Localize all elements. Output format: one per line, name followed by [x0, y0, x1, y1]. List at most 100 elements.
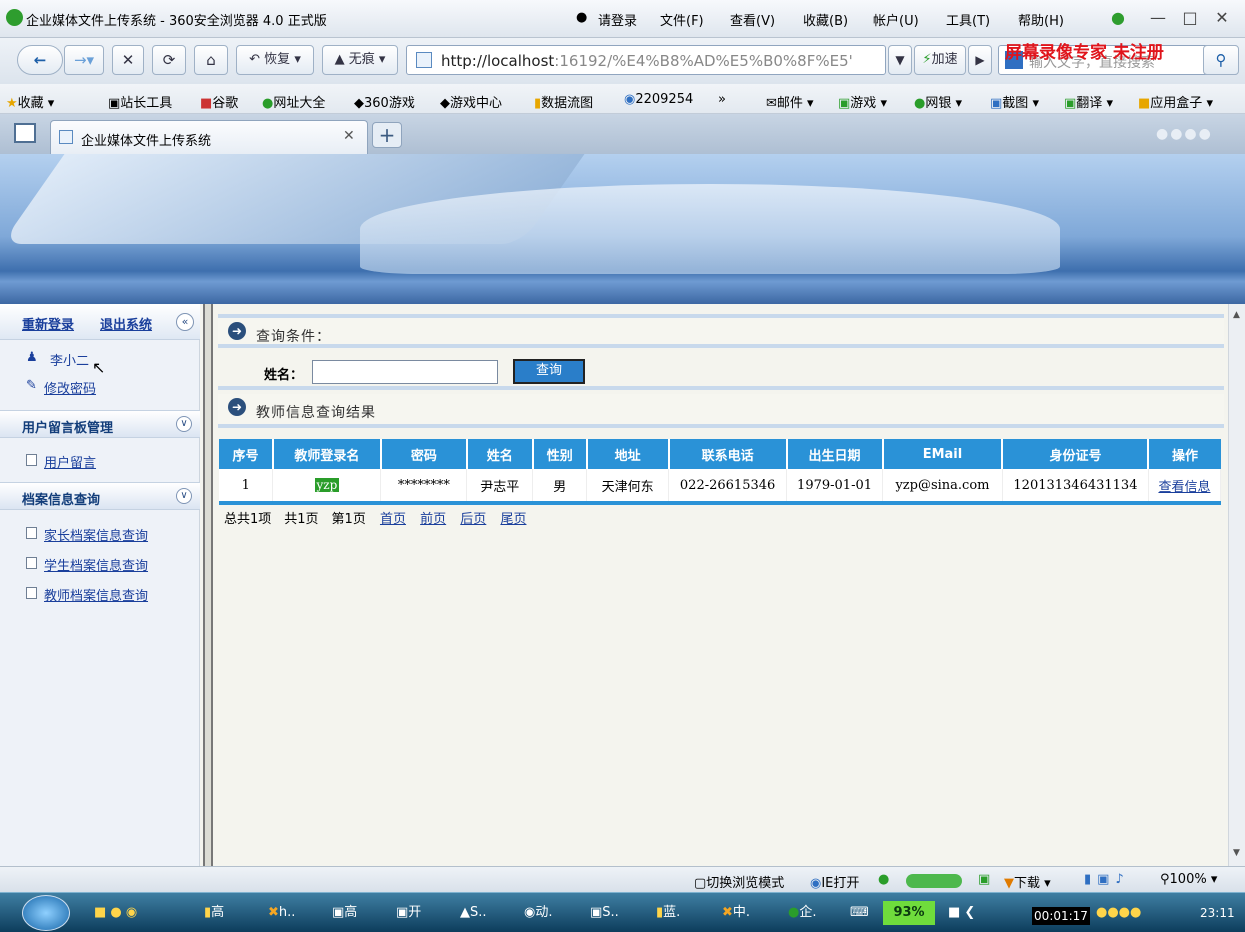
taskbar-item[interactable]: ▣高: [332, 901, 357, 925]
fav-game-center[interactable]: ◆游戏中心: [440, 92, 502, 111]
security-icon[interactable]: ●: [878, 872, 889, 887]
chevron-down-icon[interactable]: ∨: [176, 416, 192, 432]
download-icon: ▼: [1004, 876, 1014, 891]
taskbar-item[interactable]: ▲S..: [460, 901, 487, 925]
fav-2209254[interactable]: ◉2209254: [624, 92, 693, 107]
menu-favorites[interactable]: 收藏(B): [803, 10, 848, 29]
pager-last-link[interactable]: 尾页: [500, 512, 526, 527]
address-dropdown-button[interactable]: ▼: [888, 45, 912, 75]
taskbar-item[interactable]: ✖中.: [722, 901, 750, 925]
scroll-down-icon[interactable]: ▼: [1233, 848, 1240, 858]
logout-link[interactable]: 退出系统: [100, 314, 152, 333]
sidebar-toggle-icon[interactable]: [14, 123, 36, 143]
change-password-link[interactable]: 修改密码: [44, 378, 96, 397]
taskbar-item[interactable]: ●企.: [788, 901, 816, 925]
menu-file[interactable]: 文件(F): [660, 10, 704, 29]
more-arrow-button[interactable]: ▶: [968, 45, 992, 75]
fav-url-directory[interactable]: ●网址大全: [262, 92, 325, 111]
back-button[interactable]: ←: [17, 45, 63, 75]
scroll-up-icon[interactable]: ▲: [1233, 310, 1240, 320]
taskbar-item[interactable]: ▣S..: [590, 901, 619, 925]
taskbar-item[interactable]: ▣开: [396, 901, 421, 925]
forward-button[interactable]: →▾: [64, 45, 104, 75]
pager-prev-link[interactable]: 前页: [420, 512, 446, 527]
fav-bank[interactable]: ●网银 ▾: [914, 92, 962, 111]
sidebar-item-teacher-archive[interactable]: 教师档案信息查询: [44, 585, 148, 604]
private-mode-button[interactable]: ▲ 无痕 ▾: [322, 45, 398, 75]
sidebar-item-student-archive[interactable]: 学生档案信息查询: [44, 555, 148, 574]
maximize-button[interactable]: □: [1178, 6, 1202, 30]
taskbar-item[interactable]: ◉动.: [524, 901, 552, 925]
lightning-icon: ⚡: [922, 52, 932, 67]
close-button[interactable]: ✕: [1210, 6, 1234, 30]
menu-account[interactable]: 帐户(U): [873, 10, 919, 29]
address-bar[interactable]: http://localhost:16192/%E4%B8%AD%E5%B0%8…: [406, 45, 886, 75]
fav-translate[interactable]: ▣翻译 ▾: [1064, 92, 1113, 111]
tray-status-icons[interactable]: ●●●●: [1096, 901, 1141, 925]
taskbar-item[interactable]: ▮蓝.: [656, 901, 680, 925]
menu-view[interactable]: 查看(V): [730, 10, 775, 29]
home-button[interactable]: ⌂: [194, 45, 228, 75]
download-button[interactable]: ▼下载 ▾: [1004, 872, 1051, 891]
fav-app-box[interactable]: ■应用盒子 ▾: [1138, 92, 1213, 111]
windows-taskbar: ■ ● ◉ ▮高 ✖h.. ▣高 ▣开 ▲S.. ◉动. ▣S.. ▮蓝. ✖中…: [0, 892, 1245, 932]
pager-first-link[interactable]: 首页: [380, 512, 406, 527]
sidebar-item-user-messages[interactable]: 用户留言: [44, 452, 96, 471]
view-info-link[interactable]: 查看信息: [1158, 480, 1210, 495]
sidebar-item-parent-archive[interactable]: 家长档案信息查询: [44, 525, 148, 544]
restore-icon: ↶: [249, 52, 261, 67]
switch-mode-button[interactable]: ▢切换浏览模式: [694, 872, 784, 891]
tab-bar: 企业媒体文件上传系统 ✕ + ●●●●: [0, 114, 1245, 154]
restore-button[interactable]: ↶ 恢复 ▾: [236, 45, 314, 75]
tab-active[interactable]: 企业媒体文件上传系统 ✕: [50, 120, 368, 154]
chevron-down-icon[interactable]: ∨: [176, 488, 192, 504]
tray-icons[interactable]: ■ ❮: [948, 901, 975, 925]
pager-next-link[interactable]: 后页: [460, 512, 486, 527]
sidebar-splitter[interactable]: [203, 304, 213, 866]
zoom-control[interactable]: ⚲100% ▾: [1160, 872, 1217, 887]
arrow-right-icon: ➜: [228, 398, 246, 416]
fav-games[interactable]: ▣游戏 ▾: [838, 92, 887, 111]
stop-button[interactable]: ✕: [112, 45, 144, 75]
fav-favorites[interactable]: ★收藏 ▾: [6, 92, 54, 111]
refresh-button[interactable]: ⟳: [152, 45, 186, 75]
fav-screenshot[interactable]: ▣截图 ▾: [990, 92, 1039, 111]
tab-controls-icon[interactable]: ●●●●: [1156, 126, 1240, 142]
ie-open-button[interactable]: ◉IE打开: [810, 872, 859, 891]
start-button[interactable]: [22, 895, 70, 931]
taskbar-item[interactable]: ▮高: [204, 901, 224, 925]
recorder-watermark: 屏幕录像专家 未注册: [1005, 43, 1164, 63]
tab-close-icon[interactable]: ✕: [343, 128, 355, 144]
search-button[interactable]: ⚲: [1203, 45, 1239, 75]
download-manager-icon[interactable]: ▣: [978, 872, 990, 887]
fav-mail[interactable]: ✉邮件 ▾: [766, 92, 814, 111]
vertical-scrollbar[interactable]: ▲ ▼: [1228, 304, 1245, 866]
quicklaunch-icons[interactable]: ■ ● ◉: [94, 901, 137, 925]
toggle-switch[interactable]: [906, 874, 962, 888]
document-icon: [26, 527, 37, 539]
col-header: 身份证号: [1002, 439, 1150, 469]
keyboard-icon[interactable]: ⌨: [850, 901, 869, 925]
minimize-button[interactable]: —: [1146, 6, 1170, 30]
section-archive-query[interactable]: 档案信息查询 ∨: [0, 482, 200, 510]
speed-button[interactable]: ⚡加速: [914, 45, 966, 75]
fav-360-games[interactable]: ◆360游戏: [354, 92, 415, 111]
menu-help[interactable]: 帮助(H): [1018, 10, 1064, 29]
menu-login[interactable]: 请登录: [598, 10, 637, 29]
new-tab-button[interactable]: +: [372, 122, 402, 148]
battery-indicator[interactable]: 93%: [883, 901, 935, 925]
relogin-link[interactable]: 重新登录: [22, 314, 74, 333]
fav-webmaster-tools[interactable]: ▣站长工具: [108, 92, 172, 111]
tool-icons[interactable]: ▮▣♪: [1084, 872, 1130, 887]
fav-google[interactable]: ■谷歌: [200, 92, 238, 111]
collapse-sidebar-icon[interactable]: «: [176, 313, 194, 331]
search-box[interactable]: 输入文字，直接搜索 屏幕录像专家 未注册: [998, 43, 1238, 75]
section-message-board[interactable]: 用户留言板管理 ∨: [0, 410, 200, 438]
notification-icon[interactable]: ●: [1106, 6, 1130, 30]
fav-more-chevron[interactable]: »: [718, 92, 726, 107]
query-button[interactable]: 查询: [513, 359, 585, 384]
name-input[interactable]: [312, 360, 498, 384]
menu-tools[interactable]: 工具(T): [946, 10, 990, 29]
taskbar-item[interactable]: ✖h..: [268, 901, 295, 925]
fav-data-flow[interactable]: ▮数据流图: [534, 92, 593, 111]
